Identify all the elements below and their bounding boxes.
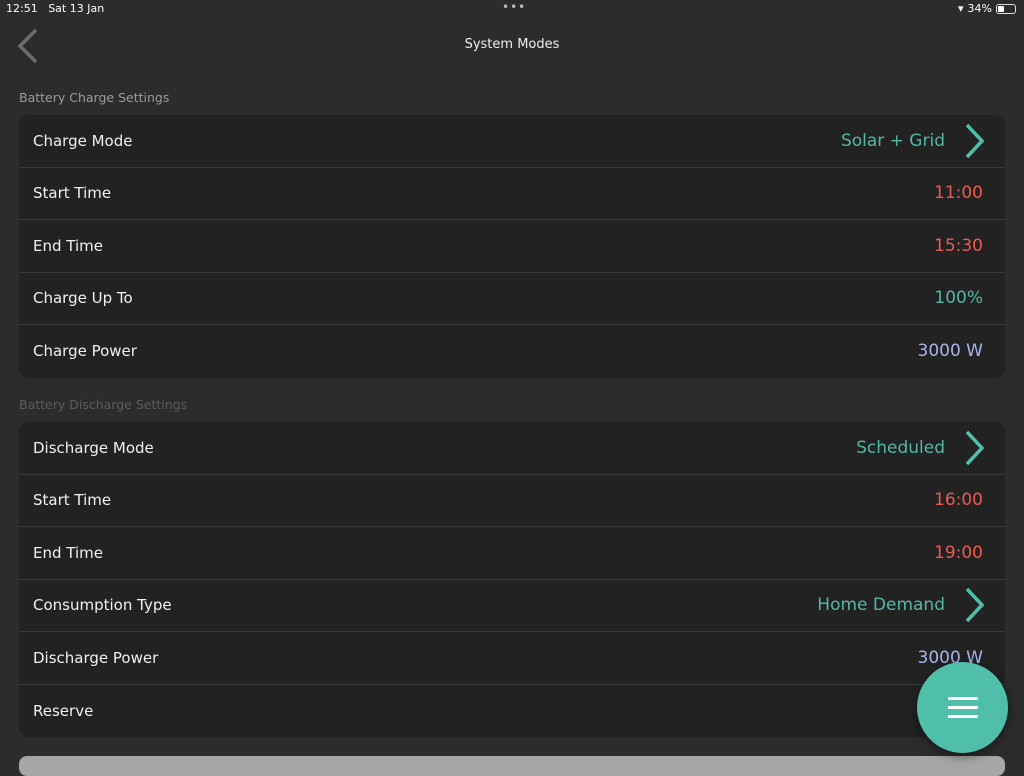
row-value: Solar + Grid: [840, 130, 945, 151]
row-value: 16:00: [934, 490, 983, 511]
battery-icon: [996, 3, 1016, 14]
row-label: Start Time: [33, 184, 112, 203]
row-label: End Time: [33, 543, 103, 562]
row-value: 100%: [934, 288, 983, 309]
discharge-section-title: Battery Discharge Settings: [19, 397, 188, 412]
charge-row-start-time[interactable]: Start Time 11:00: [19, 168, 1005, 220]
chevron-right-icon: [965, 430, 985, 465]
row-label: End Time: [33, 236, 103, 255]
hamburger-icon: [947, 697, 978, 700]
discharge-row-consumption-type[interactable]: Consumption Type Home Demand: [19, 580, 1005, 632]
row-value: 11:00: [934, 183, 983, 204]
row-label: Charge Up To: [33, 289, 133, 308]
row-value: 19:00: [934, 542, 983, 563]
charge-section-title: Battery Charge Settings: [19, 90, 170, 105]
discharge-settings-card: Discharge Mode Scheduled Start Time 16:00 En…: [19, 422, 1005, 737]
row-label: Discharge Power: [33, 648, 159, 667]
bottom-button[interactable]: [19, 756, 1005, 776]
charge-row-end-time[interactable]: End Time 15:30: [19, 220, 1005, 273]
charge-row-charge-mode[interactable]: Charge Mode Solar + Grid: [19, 115, 1005, 168]
discharge-row-reserve[interactable]: Reserve: [19, 685, 1005, 738]
menu-button[interactable]: [917, 662, 1008, 753]
battery-percent: 34%: [967, 2, 992, 15]
row-label: Consumption Type: [33, 596, 172, 615]
row-label: Charge Power: [33, 342, 137, 361]
discharge-row-start-time[interactable]: Start Time 16:00: [19, 475, 1005, 527]
row-label: Start Time: [33, 491, 112, 510]
chevron-right-icon: [965, 588, 985, 623]
row-value: 3000 W: [917, 341, 983, 362]
page-title: System Modes: [464, 37, 560, 52]
charge-settings-card: Charge Mode Solar + Grid Start Time 11:00 En…: [19, 115, 1005, 378]
row-value: Home Demand: [817, 595, 945, 616]
status-bar: 12:51 Sat 13 Jan ••• ▾ 34%: [0, 0, 1024, 18]
row-value: Scheduled: [856, 437, 945, 458]
discharge-row-discharge-power[interactable]: Discharge Power 3000 W: [19, 632, 1005, 685]
discharge-row-discharge-mode[interactable]: Discharge Mode Scheduled: [19, 422, 1005, 475]
wifi-icon: ▾: [958, 2, 964, 15]
status-time-date: 12:51 Sat 13 Jan: [6, 2, 104, 15]
status-date: Sat 13 Jan: [48, 2, 105, 15]
discharge-row-end-time[interactable]: End Time 19:00: [19, 527, 1005, 580]
status-time: 12:51: [6, 2, 38, 15]
row-label: Discharge Mode: [33, 438, 154, 457]
multitasking-dots-icon[interactable]: •••: [502, 0, 526, 14]
row-label: Reserve: [33, 701, 94, 720]
chevron-right-icon: [965, 123, 985, 158]
row-label: Charge Mode: [33, 131, 133, 150]
charge-row-charge-power[interactable]: Charge Power 3000 W: [19, 325, 1005, 378]
row-value: 15:30: [934, 235, 983, 256]
charge-row-charge-up-to[interactable]: Charge Up To 100%: [19, 273, 1005, 325]
